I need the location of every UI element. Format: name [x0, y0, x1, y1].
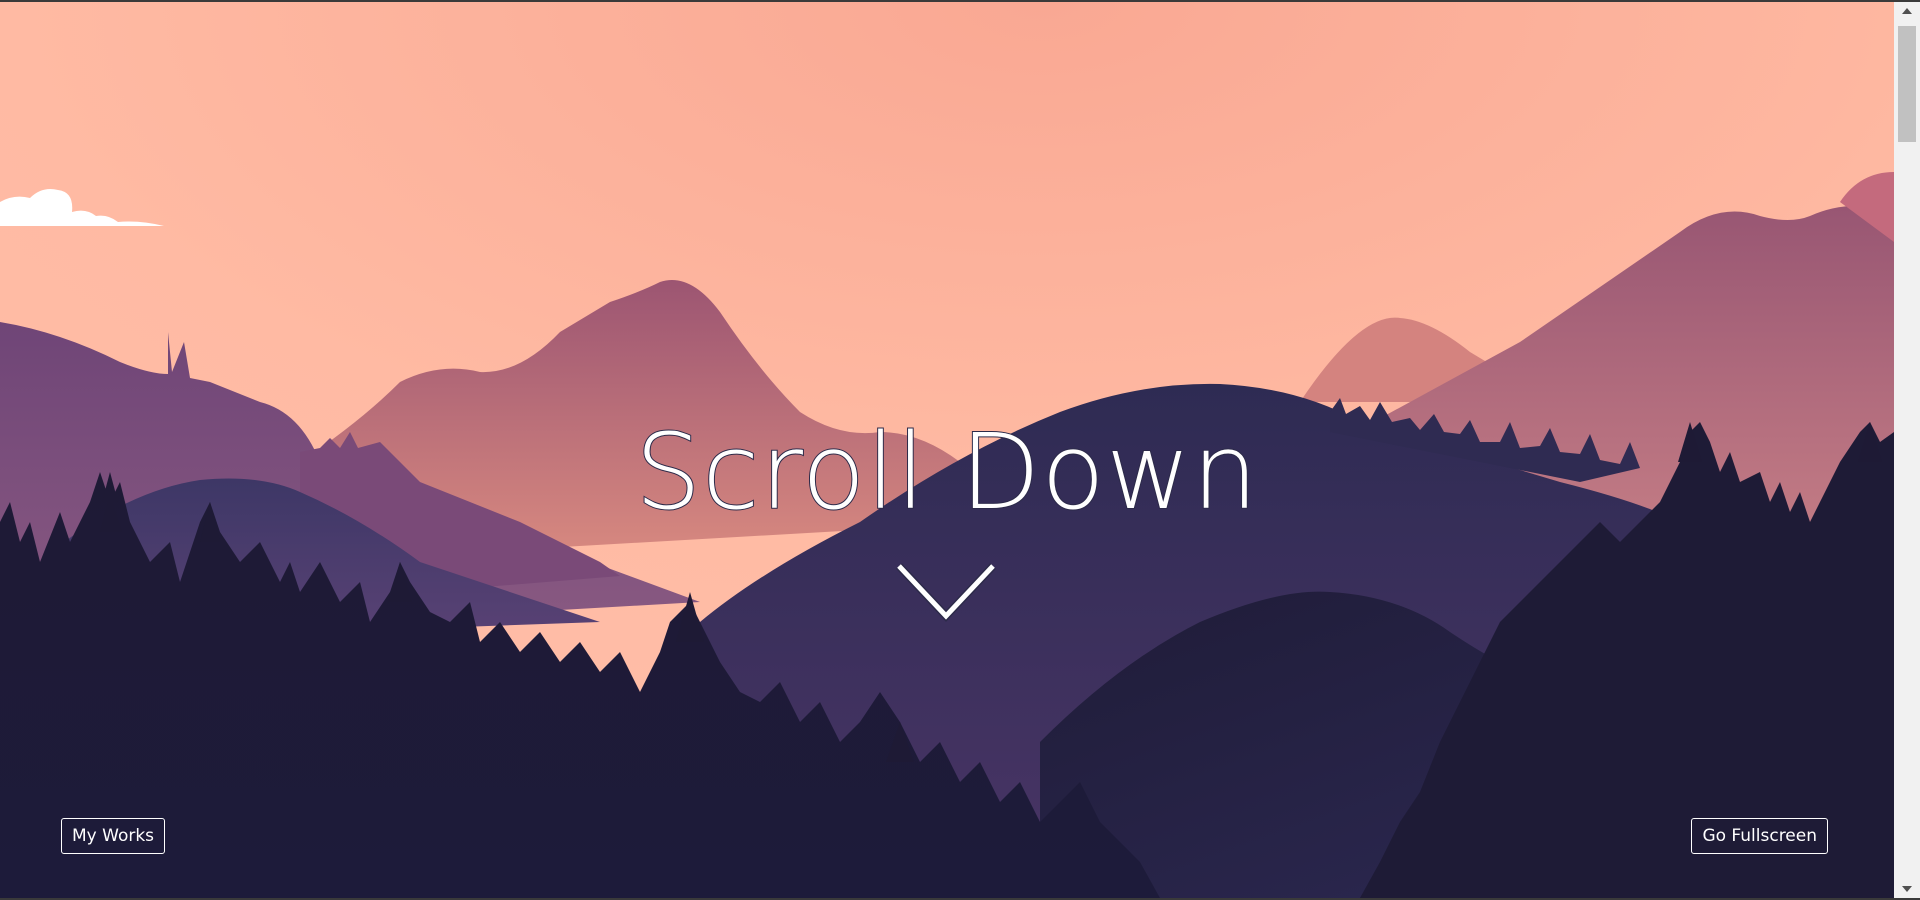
chevron-down-icon[interactable]: [895, 562, 997, 622]
vertical-scrollbar[interactable]: [1894, 2, 1920, 898]
scrollbar-thumb[interactable]: [1898, 26, 1916, 142]
scroll-down-arrow-icon[interactable]: [1894, 878, 1920, 898]
go-fullscreen-button[interactable]: Go Fullscreen: [1691, 818, 1828, 854]
my-works-button[interactable]: My Works: [61, 818, 166, 854]
page-viewport: Scroll Down My Works Go Fullscreen: [0, 2, 1894, 898]
scroll-up-arrow-icon[interactable]: [1894, 2, 1920, 22]
hero-title: Scroll Down: [634, 411, 1259, 533]
